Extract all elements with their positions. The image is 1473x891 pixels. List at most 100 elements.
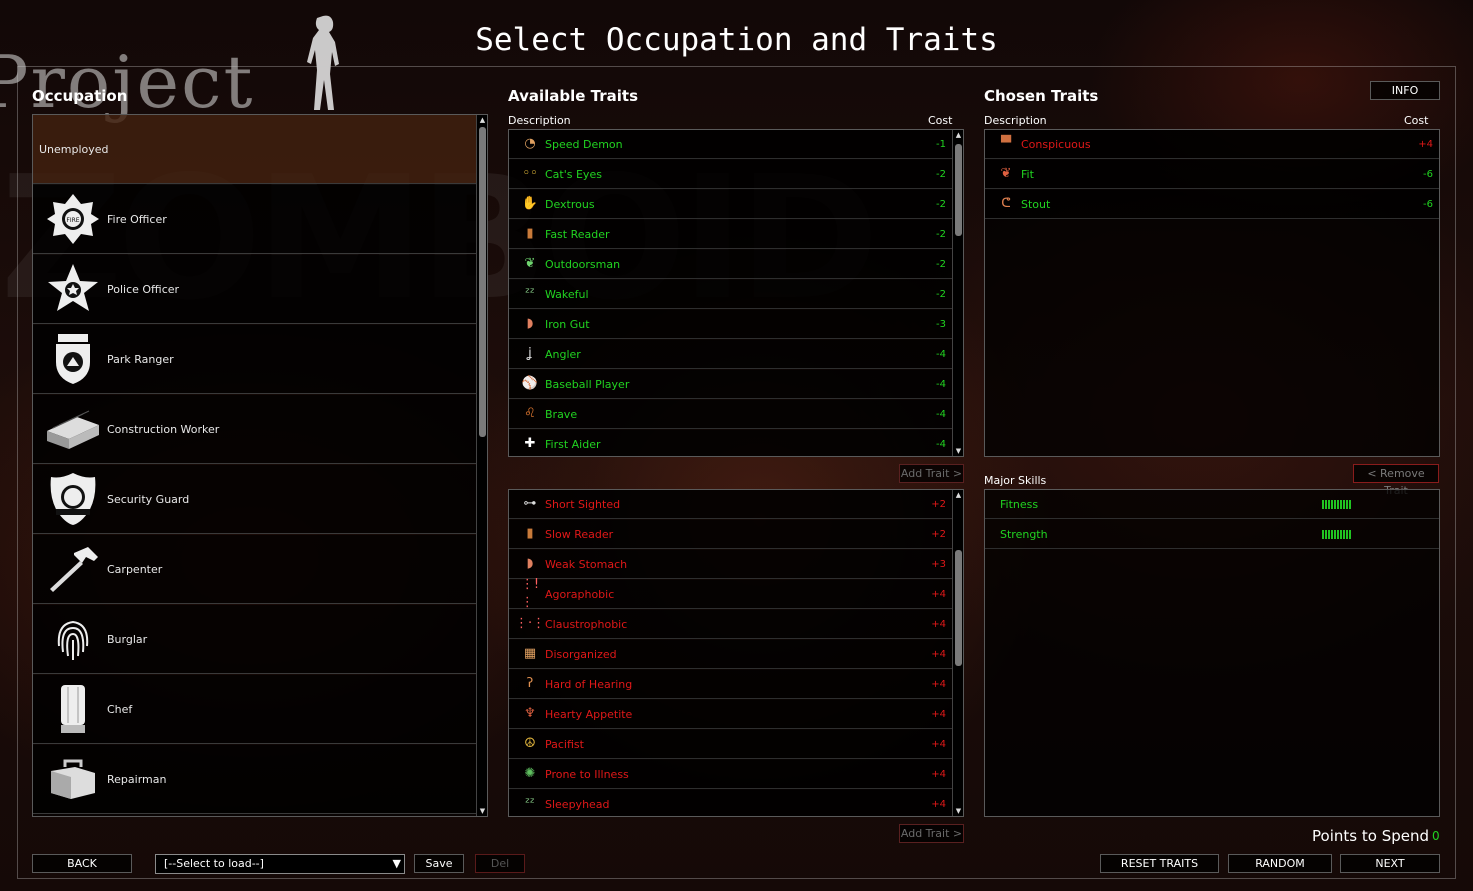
- occupation-item-construction-worker[interactable]: Construction Worker: [33, 395, 476, 464]
- occupation-label: Unemployed: [39, 142, 109, 156]
- scroll-up-arrow-icon[interactable]: ▲: [953, 490, 963, 500]
- trait-name: Fast Reader: [545, 227, 610, 241]
- trait-row-cat-s-eyes[interactable]: ◦◦ Cat's Eyes -2: [509, 160, 952, 189]
- scroll-down-arrow-icon[interactable]: ▼: [953, 806, 963, 816]
- trait-name: Pacifist: [545, 737, 584, 751]
- random-button[interactable]: RANDOM: [1228, 854, 1332, 873]
- zzz-icon: ᶻᶻ: [525, 796, 535, 811]
- scroll-down-arrow-icon[interactable]: ▼: [953, 446, 963, 456]
- lungs-icon: ❦: [1000, 166, 1012, 181]
- trait-row-speed-demon[interactable]: ◔ Speed Demon -1: [509, 130, 952, 159]
- trait-name: Short Sighted: [545, 497, 621, 511]
- trait-row-angler[interactable]: ʝ Angler -4: [509, 340, 952, 369]
- occupation-item-police-officer[interactable]: Police Officer: [33, 255, 476, 324]
- trait-cost: -2: [936, 168, 946, 180]
- trait-row-sleepyhead[interactable]: ᶻᶻ Sleepyhead +4: [509, 790, 952, 816]
- negative-traits-scrollbar[interactable]: ▲ ▼: [952, 490, 963, 816]
- trait-row-weak-stomach[interactable]: ◗ Weak Stomach +3: [509, 550, 952, 579]
- skill-level-pip: [1331, 499, 1333, 509]
- delete-button[interactable]: Del: [475, 854, 525, 873]
- skill-level-pip: [1340, 499, 1342, 509]
- back-button[interactable]: BACK: [32, 854, 132, 873]
- toolbox-icon: [45, 751, 101, 807]
- occupation-item-chef[interactable]: Chef: [33, 675, 476, 744]
- occupation-item-fire-officer[interactable]: FIRE Fire Officer: [33, 185, 476, 254]
- skill-row-strength: Strength: [985, 520, 1439, 549]
- occupation-item-burglar[interactable]: Burglar: [33, 605, 476, 674]
- trait-cost: +2: [931, 498, 946, 510]
- occupation-item-carpenter[interactable]: Carpenter: [33, 535, 476, 604]
- trait-name: Outdoorsman: [545, 257, 621, 271]
- reset-traits-button[interactable]: RESET TRAITS: [1100, 854, 1219, 873]
- chosen-traits-list: ▀ Conspicuous +4 ❦ Fit -6 ᕦ Stout -6: [984, 129, 1440, 457]
- trait-name: Baseball Player: [545, 377, 630, 391]
- skill-name: Fitness: [1000, 497, 1039, 511]
- bricks-icon: [45, 401, 101, 457]
- skill-level-pip: [1346, 529, 1348, 539]
- negative-traits-scroll-thumb[interactable]: [955, 550, 962, 666]
- trait-row-baseball-player[interactable]: ⚾ Baseball Player -4: [509, 370, 952, 399]
- skill-level-pip: [1331, 529, 1333, 539]
- scroll-up-arrow-icon[interactable]: ▲: [953, 130, 963, 140]
- trait-row-brave[interactable]: ♌ Brave -4: [509, 400, 952, 429]
- positive-traits-scroll-thumb[interactable]: [955, 144, 962, 236]
- trait-row-fit[interactable]: ❦ Fit -6: [985, 160, 1439, 189]
- trait-cost: +4: [931, 768, 946, 780]
- skill-level-pip: [1325, 529, 1327, 539]
- trait-name: First Aider: [545, 437, 601, 451]
- occupation-scroll-thumb[interactable]: [479, 127, 486, 437]
- trait-row-pacifist[interactable]: ☮ Pacifist +4: [509, 730, 952, 759]
- occupation-scrollbar[interactable]: ▲ ▼: [476, 115, 487, 816]
- glasses-icon: ⊶: [523, 496, 537, 511]
- info-button[interactable]: INFO: [1370, 81, 1440, 100]
- occupation-item-repairman[interactable]: Repairman: [33, 745, 476, 814]
- occupation-label: Burglar: [107, 632, 148, 646]
- trait-row-stout[interactable]: ᕦ Stout -6: [985, 190, 1439, 219]
- chosen-description-header: Description: [984, 114, 1047, 127]
- occupation-label: Construction Worker: [107, 422, 220, 436]
- remove-trait-button[interactable]: < Remove Trait: [1353, 464, 1439, 497]
- scroll-up-arrow-icon[interactable]: ▲: [477, 115, 487, 125]
- positive-traits-scrollbar[interactable]: ▲ ▼: [952, 130, 963, 456]
- occupation-item-security-guard[interactable]: Security Guard: [33, 465, 476, 534]
- zzz-icon: ᶻᶻ: [525, 286, 535, 301]
- trait-row-iron-gut[interactable]: ◗ Iron Gut -3: [509, 310, 952, 339]
- trait-row-short-sighted[interactable]: ⊶ Short Sighted +2: [509, 490, 952, 519]
- next-button[interactable]: NEXT: [1340, 854, 1440, 873]
- trait-row-slow-reader[interactable]: ▮ Slow Reader +2: [509, 520, 952, 549]
- trait-row-hearty-appetite[interactable]: ♆ Hearty Appetite +4: [509, 700, 952, 729]
- trait-row-wakeful[interactable]: ᶻᶻ Wakeful -2: [509, 280, 952, 309]
- chef-hat-icon: [45, 681, 101, 737]
- load-preset-select[interactable]: [--Select to load--] ▼: [155, 854, 405, 874]
- trait-cost: +2: [931, 528, 946, 540]
- trait-row-fast-reader[interactable]: ▮ Fast Reader -2: [509, 220, 952, 249]
- trait-name: Hearty Appetite: [545, 707, 633, 721]
- add-trait-positive-button[interactable]: Add Trait >: [899, 464, 964, 483]
- dropdown-caret-icon: ▼: [392, 857, 401, 870]
- trait-row-agoraphobic[interactable]: ⋮!⋮ Agoraphobic +4: [509, 577, 952, 610]
- trait-row-prone-to-illness[interactable]: ✺ Prone to Illness +4: [509, 760, 952, 789]
- skill-level-pip: [1340, 529, 1342, 539]
- trait-cost: -2: [936, 258, 946, 270]
- trait-name: Agoraphobic: [545, 587, 615, 601]
- skill-level-pip: [1343, 529, 1345, 539]
- agoraphobic-icon: ⋮!⋮: [520, 577, 540, 610]
- trait-row-outdoorsman[interactable]: ❦ Outdoorsman -2: [509, 250, 952, 279]
- add-trait-negative-button[interactable]: Add Trait >: [899, 824, 964, 843]
- trait-row-conspicuous[interactable]: ▀ Conspicuous +4: [985, 130, 1439, 159]
- trait-row-disorganized[interactable]: ▦ Disorganized +4: [509, 640, 952, 669]
- trait-row-dextrous[interactable]: ✋ Dextrous -2: [509, 190, 952, 219]
- skill-level-pip: [1328, 529, 1330, 539]
- trait-cost: +4: [931, 618, 946, 630]
- trait-row-claustrophobic[interactable]: ⋮·⋮ Claustrophobic +4: [509, 610, 952, 639]
- trait-row-first-aider[interactable]: ✚ First Aider -4: [509, 430, 952, 456]
- trait-row-hard-of-hearing[interactable]: ʔ Hard of Hearing +4: [509, 670, 952, 699]
- germ-icon: ✺: [524, 766, 536, 781]
- scroll-down-arrow-icon[interactable]: ▼: [477, 806, 487, 816]
- occupation-item-unemployed[interactable]: Unemployed: [33, 115, 476, 184]
- apple-core-icon: ♆: [524, 706, 536, 721]
- skill-name: Strength: [1000, 527, 1048, 541]
- save-button[interactable]: Save: [414, 854, 464, 873]
- trait-name: Brave: [545, 407, 578, 421]
- occupation-item-park-ranger[interactable]: Park Ranger: [33, 325, 476, 394]
